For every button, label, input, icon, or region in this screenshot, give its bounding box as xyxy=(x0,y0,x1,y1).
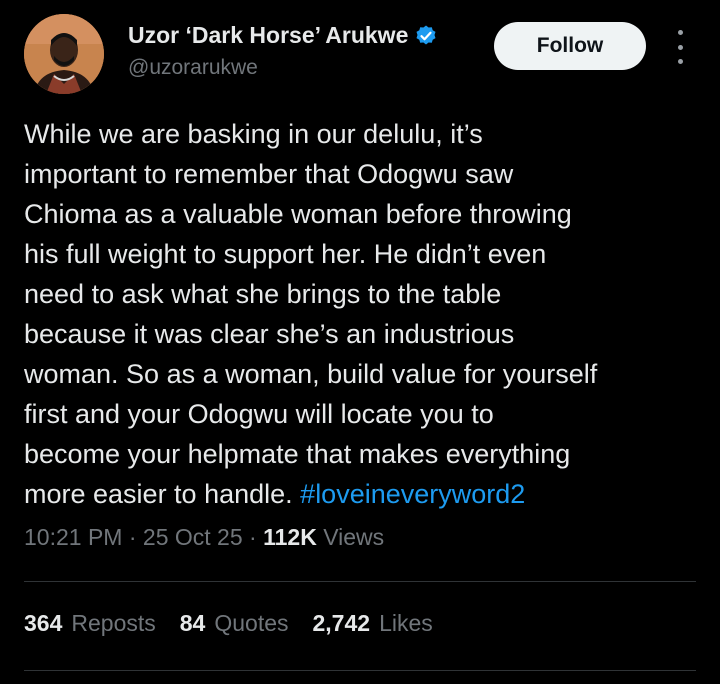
author-display-name[interactable]: Uzor ‘Dark Horse’ Arukwe xyxy=(128,22,408,49)
hashtag-link[interactable]: #loveineveryword2 xyxy=(300,479,525,509)
tweet-time[interactable]: 10:21 PM xyxy=(24,524,122,550)
tweet-body: While we are basking in our delulu, it’s… xyxy=(24,114,710,514)
tweet-date[interactable]: 25 Oct 25 xyxy=(143,524,243,550)
more-options-icon[interactable] xyxy=(670,30,690,64)
likes-label: Likes xyxy=(379,610,433,636)
likes-count: 2,742 xyxy=(312,610,371,636)
engagement-stats: 364 Reposts 84 Quotes 2,742 Likes xyxy=(24,610,433,637)
quotes-label: Quotes xyxy=(214,610,289,636)
quotes-stat[interactable]: 84 Quotes xyxy=(180,610,289,637)
avatar-image xyxy=(24,14,104,94)
more-dot xyxy=(677,30,683,35)
quotes-count: 84 xyxy=(179,610,206,636)
tweet-meta: 10:21 PM · 25 Oct 25 · 112K Views xyxy=(24,524,384,551)
reposts-count: 364 xyxy=(24,610,63,636)
tweet-text: While we are basking in our delulu, it’s… xyxy=(24,119,598,509)
verified-badge-icon xyxy=(414,24,438,48)
more-dot xyxy=(677,59,683,64)
views-label: Views xyxy=(316,524,385,550)
divider xyxy=(24,670,696,671)
views-count: 112K xyxy=(263,524,317,550)
avatar[interactable] xyxy=(24,14,104,94)
meta-separator: · xyxy=(242,524,264,550)
divider xyxy=(24,581,696,582)
likes-stat[interactable]: 2,742 Likes xyxy=(313,610,433,637)
reposts-stat[interactable]: 364 Reposts xyxy=(24,610,156,637)
follow-button[interactable]: Follow xyxy=(494,22,646,70)
author-handle[interactable]: @uzorarukwe xyxy=(128,56,258,80)
more-dot xyxy=(677,44,683,50)
meta-separator: · xyxy=(122,524,143,550)
reposts-label: Reposts xyxy=(71,610,156,636)
